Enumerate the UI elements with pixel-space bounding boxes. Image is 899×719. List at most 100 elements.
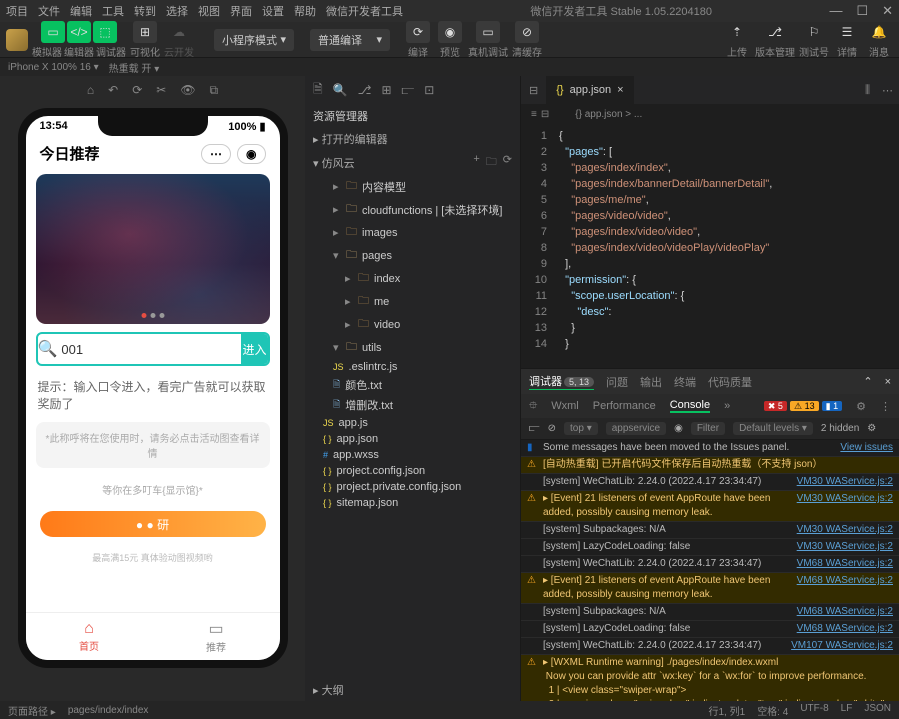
compile-button[interactable]: ⟳ (406, 21, 430, 43)
console-tab-wxml[interactable]: Wxml (551, 400, 579, 412)
panel-tab-terminal[interactable]: 终端 (674, 374, 696, 390)
menu-文件[interactable]: 文件 (38, 6, 60, 18)
context-app-select[interactable]: appservice (606, 422, 666, 435)
console-output[interactable]: ▮ Some messages have been moved to the I… (521, 440, 899, 701)
real-device-button[interactable]: ▭ (476, 21, 500, 43)
source-link[interactable]: VM68 WAService.js:2 (797, 557, 893, 571)
tree-item[interactable]: ▸🗀内容模型 (305, 175, 520, 198)
explorer-plugin-icon[interactable]: ⊡ (424, 83, 434, 97)
tree-item[interactable]: ▾🗀utils (305, 336, 520, 359)
preview-button[interactable]: ◉ (438, 21, 462, 43)
tree-item[interactable]: JSapp.js (305, 415, 520, 431)
tab-group-icon[interactable]: ⊟ (521, 84, 546, 97)
split-icon[interactable]: ⫼ (859, 84, 876, 97)
debugger-button[interactable]: ⬚ (93, 21, 117, 43)
hot-reload-toggle[interactable]: 热重载 开 ▾ (109, 60, 160, 75)
cloud-button[interactable]: ☁ (167, 21, 191, 43)
capsule-close-icon[interactable]: ◉ (237, 144, 265, 164)
page-path[interactable]: pages/index/index (68, 705, 149, 716)
tree-item[interactable]: ▾🗀pages (305, 244, 520, 267)
panel-up-icon[interactable]: ⌃ (863, 375, 872, 388)
menu-界面[interactable]: 界面 (230, 6, 252, 18)
more-icon[interactable]: ⋯ (876, 84, 899, 97)
tree-item[interactable]: { }project.private.config.json (305, 479, 520, 495)
menu-编辑[interactable]: 编辑 (70, 6, 92, 18)
project-section[interactable]: ▾ 仿风云 + 🗀 ⟳ (305, 150, 520, 175)
menu-帮助[interactable]: 帮助 (294, 6, 316, 18)
tree-item[interactable]: { }app.json (305, 431, 520, 447)
source-link[interactable]: VM30 WAService.js:2 (797, 475, 893, 489)
indent-setting[interactable]: 空格: 4 (757, 703, 788, 718)
explorer-ext-icon[interactable]: ⊞ (381, 83, 391, 97)
panel-tab-output[interactable]: 输出 (640, 374, 662, 390)
console-select-icon[interactable]: ⯐ (529, 397, 537, 416)
details-button[interactable]: ☰ (835, 21, 859, 43)
sim-eye-icon[interactable]: 👁 (180, 83, 195, 97)
tree-item[interactable]: ▸🗀images (305, 221, 520, 244)
warn-count-badge[interactable]: ⚠ 13 (790, 401, 819, 411)
tab-home[interactable]: ⌂首页 (26, 613, 153, 660)
clear-cache-button[interactable]: ⊘ (515, 21, 539, 43)
menu-选择[interactable]: 选择 (166, 6, 188, 18)
tree-item[interactable]: ▸🗀index (305, 267, 520, 290)
code-input[interactable] (57, 334, 241, 364)
filter-clear-icon[interactable]: ⊘ (548, 423, 556, 434)
language[interactable]: JSON (864, 703, 891, 718)
console-settings-icon[interactable]: ⚙ (867, 423, 876, 434)
close-tab-icon[interactable]: × (617, 84, 623, 96)
level-select[interactable]: Default levels ▾ (733, 422, 813, 435)
compile-select[interactable]: 普通编译▾ (310, 29, 390, 51)
menu-设置[interactable]: 设置 (262, 6, 284, 18)
explorer-chart-icon[interactable]: ⫍ (402, 83, 415, 98)
filter-input[interactable]: Filter (691, 422, 725, 435)
panel-close-icon[interactable]: × (885, 376, 891, 388)
tree-item[interactable]: 🗎增删改.txt (305, 395, 520, 415)
explorer-files-icon[interactable]: 🗎 (313, 80, 323, 101)
eol[interactable]: LF (841, 703, 853, 718)
cursor-pos[interactable]: 行1, 列1 (709, 703, 746, 718)
tree-item[interactable]: ▸🗀me (305, 290, 520, 313)
minimize-icon[interactable]: — (829, 3, 842, 19)
menu-微信开发者工具[interactable]: 微信开发者工具 (326, 6, 403, 18)
enter-button[interactable]: 进入 (241, 334, 267, 364)
panel-tab-debugger[interactable]: 调试器5, 13 (529, 373, 594, 390)
banner-swiper[interactable] (36, 174, 270, 324)
console-sidebar-icon[interactable]: ⫍ (529, 423, 540, 434)
sim-refresh-icon[interactable]: ⟳ (132, 83, 142, 97)
console-more-icon[interactable]: » (724, 400, 730, 412)
promo-banner[interactable]: ● ● 研 (40, 511, 266, 537)
capsule-menu-icon[interactable]: ⋯ (201, 144, 231, 164)
console-tab-perf[interactable]: Performance (593, 400, 656, 412)
encoding[interactable]: UTF-8 (800, 703, 828, 718)
code-editor[interactable]: 1234567891011121314 { "pages": [ "pages/… (521, 124, 899, 368)
visualize-button[interactable]: ⊞ (133, 21, 157, 43)
upload-button[interactable]: ⇡ (725, 21, 749, 43)
version-button[interactable]: ⎇ (763, 21, 787, 43)
console-tab-console[interactable]: Console (670, 399, 710, 413)
device-select[interactable]: iPhone X 100% 16 ▾ (8, 62, 99, 73)
source-link[interactable]: VM30 WAService.js:2 (797, 492, 893, 520)
new-file-icon[interactable]: + (473, 153, 479, 172)
source-link[interactable]: VM68 WAService.js:2 (797, 622, 893, 636)
info-count-badge[interactable]: ▮ 1 (822, 401, 842, 411)
panel-tab-problems[interactable]: 问题 (606, 374, 628, 390)
explorer-search-icon[interactable]: 🔍 (333, 83, 348, 97)
context-top-select[interactable]: top ▾ (564, 422, 598, 435)
view-issues-link[interactable]: View issues (840, 441, 893, 455)
source-link[interactable]: VM30 WAService.js:2 (797, 523, 893, 537)
sim-float-icon[interactable]: ⧉ (210, 83, 219, 98)
open-editors-section[interactable]: ▸ 打开的编辑器 (305, 128, 520, 150)
error-count-badge[interactable]: ✖ 5 (764, 401, 787, 411)
console-menu-icon[interactable]: ⋮ (880, 400, 891, 413)
sim-cut-icon[interactable]: ✂ (156, 83, 166, 97)
sim-back-icon[interactable]: ↶ (108, 83, 118, 97)
test-button[interactable]: ⚐ (802, 21, 826, 43)
explorer-git-icon[interactable]: ⎇ (358, 83, 372, 97)
source-link[interactable]: VM68 WAService.js:2 (797, 574, 893, 602)
message-button[interactable]: 🔔 (867, 21, 891, 43)
panel-tab-quality[interactable]: 代码质量 (708, 374, 752, 390)
menu-转到[interactable]: 转到 (134, 6, 156, 18)
menu-工具[interactable]: 工具 (102, 6, 124, 18)
tab-recommend[interactable]: ▭推荐 (153, 613, 280, 660)
tree-item[interactable]: JS.eslintrc.js (305, 359, 520, 375)
